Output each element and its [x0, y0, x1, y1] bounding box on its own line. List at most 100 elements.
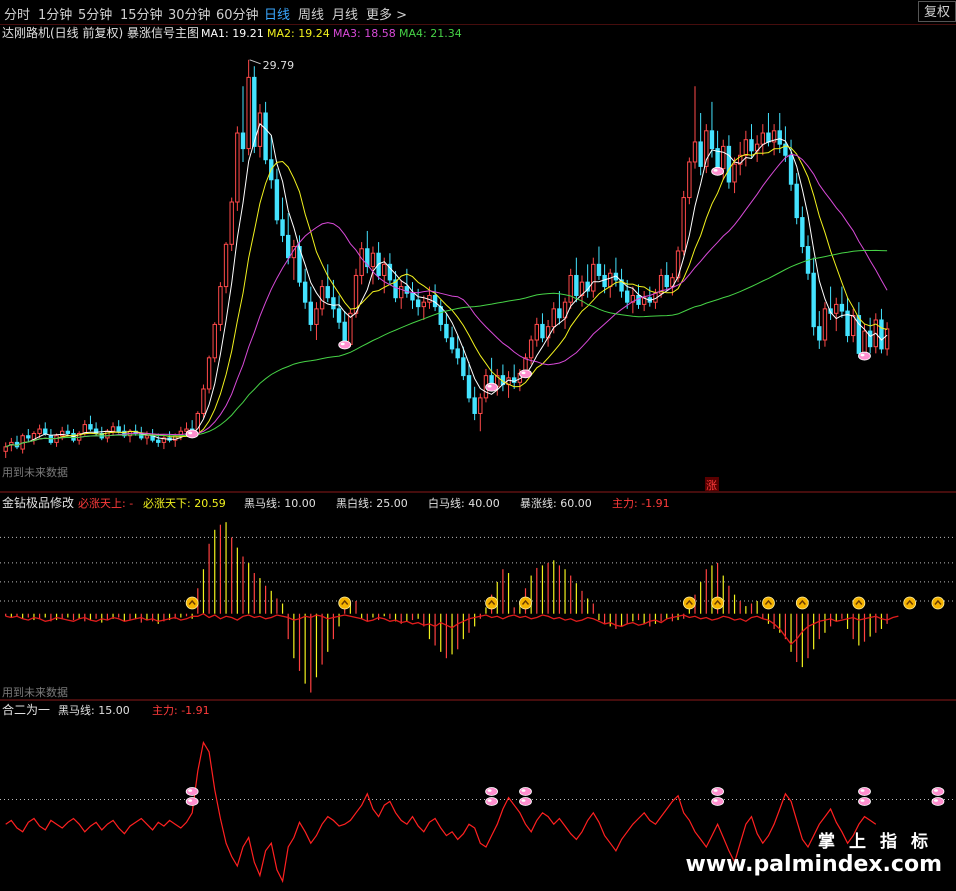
candle-body — [438, 306, 443, 325]
signal-gem-body — [858, 351, 871, 361]
period-tab-5[interactable]: 60分钟 — [216, 4, 259, 23]
coin-icon — [852, 596, 866, 610]
candle-body — [370, 252, 376, 268]
bottom-signal-gem-body — [931, 797, 945, 806]
signal-gem — [338, 340, 352, 350]
mid-signal-coin — [931, 596, 945, 610]
candle-body — [709, 130, 715, 150]
period-tab-0[interactable]: 分时 — [4, 4, 30, 23]
adjust-button[interactable]: 复权 — [918, 1, 956, 22]
coin-icon — [185, 596, 199, 610]
candle-body — [743, 139, 749, 156]
candle-body — [466, 375, 472, 399]
mid-future-note: 用到未来数据 — [2, 685, 68, 699]
candle-body — [43, 428, 48, 434]
mid-label-0: 必涨天上: - — [78, 497, 133, 510]
candle-body — [834, 303, 839, 314]
candle-body — [432, 294, 438, 308]
candle-body — [314, 308, 319, 325]
candle-body — [749, 139, 754, 152]
candle-body — [574, 274, 579, 296]
candle-body — [399, 286, 404, 299]
period-tab-6[interactable]: 日线 — [264, 4, 290, 23]
chart-canvas: 29.79 涨 达刚路机(日线 前复权) 暴涨信号主图 MA1: 19.21 MA2: … — [0, 24, 956, 884]
signal-gem — [519, 369, 532, 379]
bottom-label-1: 主力: -1.91 — [152, 704, 210, 717]
candle-body — [156, 439, 161, 443]
candle-body — [760, 132, 765, 145]
signal-gem-shine — [340, 342, 345, 346]
candle-body — [884, 328, 890, 350]
candle-body — [839, 303, 845, 312]
candle-body — [817, 326, 822, 341]
candle-body — [116, 426, 121, 432]
candle-body — [274, 179, 280, 221]
signal-gem-body — [338, 340, 352, 350]
signal-gem-body — [185, 429, 199, 439]
bottom-signal-gem-body — [485, 797, 499, 806]
candle-body — [664, 274, 669, 288]
candle-body — [777, 130, 782, 145]
rise-marker-text: 涨 — [706, 479, 717, 492]
bottom-signal-gem-shine — [521, 789, 526, 792]
signal-gem — [485, 382, 499, 392]
coin-icon — [795, 596, 809, 610]
bottom-signal-gem — [931, 787, 945, 796]
bottom-signal-gem-body — [485, 787, 499, 796]
bottom-signal-gem-body — [711, 797, 724, 806]
candle-body — [212, 323, 217, 359]
candle-body — [240, 132, 246, 150]
bottom-signal-gem-body — [519, 797, 532, 806]
bottom-signal-gem — [858, 787, 871, 796]
mid-signal-coin — [519, 596, 532, 610]
candle-body — [551, 308, 556, 328]
candle-body — [286, 234, 291, 259]
signal-gem-shine — [713, 169, 718, 172]
signal-gem — [185, 429, 199, 439]
bottom-signal-gem-body — [185, 787, 199, 796]
candle-body — [568, 274, 573, 303]
mid-label-3: 黑白线: 25.00 — [336, 496, 408, 510]
candle-body — [359, 248, 364, 276]
candle-body — [596, 263, 602, 276]
mid-signal-coin — [682, 596, 696, 610]
period-tab-4[interactable]: 30分钟 — [168, 4, 211, 23]
candle-body — [110, 426, 116, 432]
candle-body — [37, 428, 42, 434]
candle-body — [478, 397, 483, 414]
bottom-signal-gem — [711, 787, 724, 796]
coin-icon — [338, 596, 352, 610]
candle-body — [178, 430, 184, 437]
bottom-signal-gem-shine — [860, 789, 865, 792]
coin-icon — [711, 596, 724, 610]
candle-body — [867, 330, 873, 348]
period-tab-9[interactable]: 更多 > — [366, 4, 407, 23]
bottom-signal-gem-body — [931, 787, 945, 796]
coin-icon — [903, 596, 917, 610]
watermark-cn: 掌上指标 — [818, 832, 942, 852]
bottom-signal-gem — [485, 797, 499, 806]
candle-body — [608, 272, 613, 288]
candle-body — [862, 330, 867, 354]
main-chart-title: 达刚路机(日线 前复权) 暴涨信号主图 — [2, 25, 199, 40]
candle-body — [206, 357, 212, 390]
mid-signal-coin — [711, 596, 724, 610]
candle-body — [444, 323, 449, 339]
mid-label-1: 必涨天下: 20.59 — [143, 497, 226, 510]
candle-body — [246, 76, 251, 150]
candle-body — [692, 141, 698, 163]
period-tab-7[interactable]: 周线 — [298, 4, 324, 23]
mid-panel-title: 金钻极品修改 — [2, 495, 74, 510]
period-tab-8[interactable]: 月线 — [332, 4, 358, 23]
period-tab-2[interactable]: 5分钟 — [78, 4, 112, 23]
watermark-url: www.palmindex.com — [685, 852, 942, 877]
period-tab-1[interactable]: 1分钟 — [38, 4, 72, 23]
bottom-signal-gem-body — [185, 797, 199, 806]
ma2-line — [5, 145, 888, 448]
candle-body — [252, 76, 257, 147]
mid-signal-coin — [762, 596, 775, 610]
candle-body — [144, 435, 150, 439]
coin-icon — [682, 596, 696, 610]
period-tab-3[interactable]: 15分钟 — [120, 4, 163, 23]
peak-pointer — [249, 59, 261, 65]
